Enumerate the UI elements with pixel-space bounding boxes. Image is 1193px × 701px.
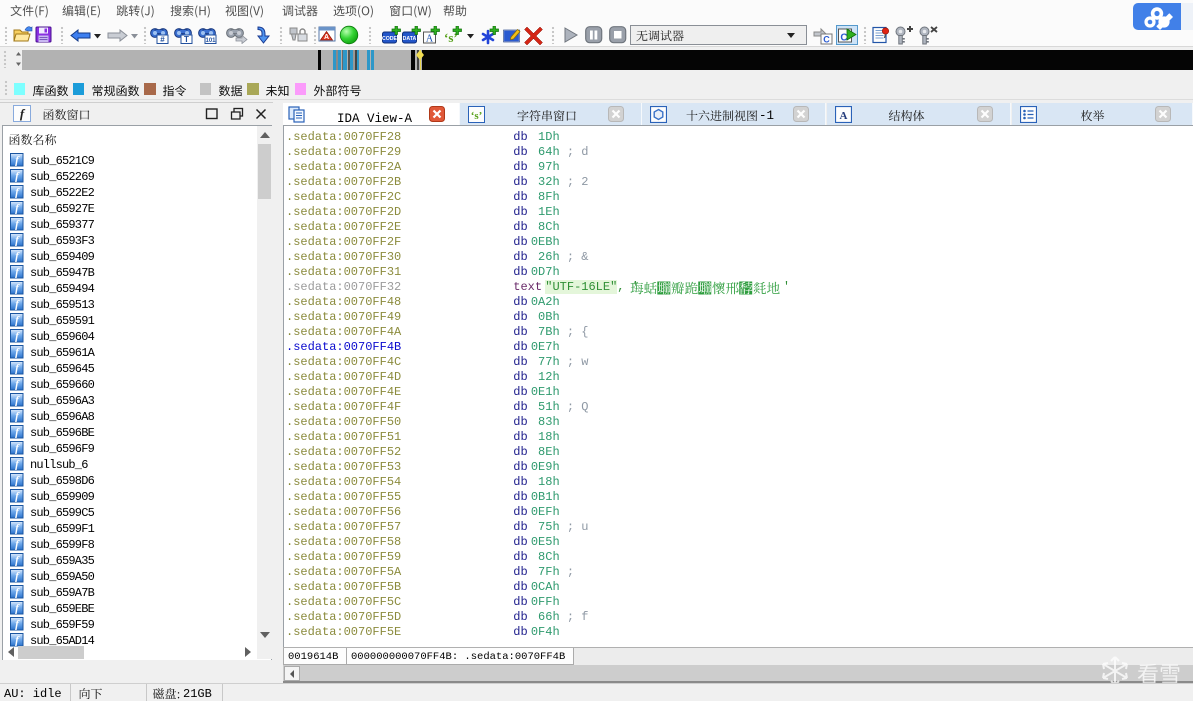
svg-text:A: A (840, 110, 848, 122)
svg-text:DATA: DATA (403, 36, 417, 42)
svg-text:CODE: CODE (382, 36, 398, 42)
svg-text:A: A (426, 34, 434, 45)
svg-text:C: C (823, 35, 830, 45)
svg-text:‘s’: ‘s’ (471, 110, 483, 122)
svg-text:T: T (184, 35, 189, 44)
svg-text:C: C (840, 33, 847, 44)
svg-text:A: A (324, 34, 329, 41)
svg-text:101: 101 (205, 38, 216, 44)
svg-text:#: # (160, 35, 165, 44)
